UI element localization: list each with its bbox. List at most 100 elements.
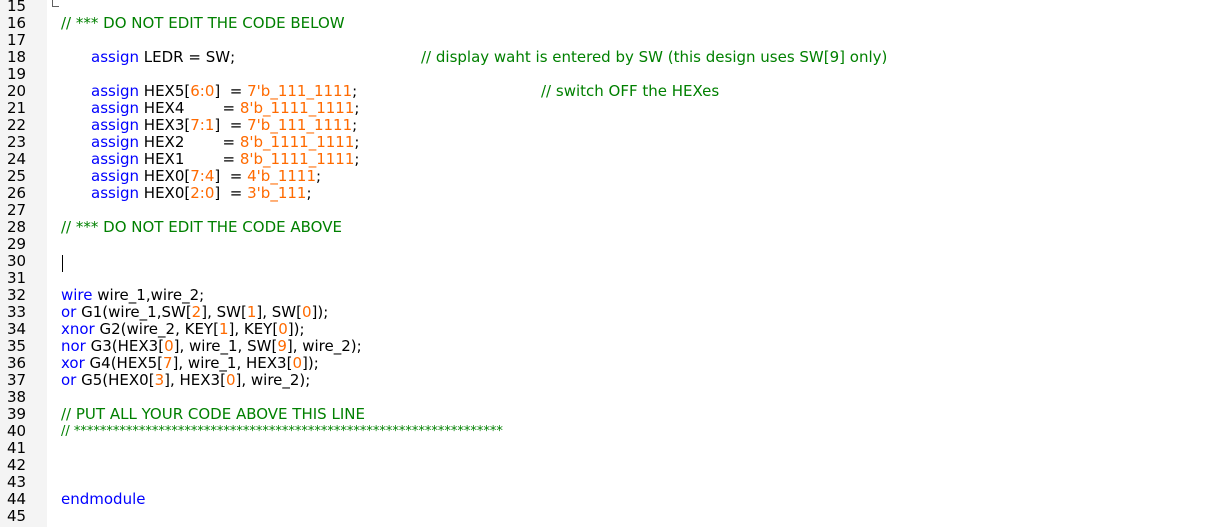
keyword: assign [91, 133, 140, 151]
keyword: assign [91, 184, 140, 202]
number: 0 [204, 184, 215, 202]
line-number: 40 [7, 422, 27, 440]
code-text: ; [316, 167, 322, 185]
code-text: ; [354, 150, 360, 168]
line-number: 20 [7, 82, 27, 100]
line-number: 21 [7, 99, 27, 117]
line-number: 26 [7, 184, 27, 202]
code-text: ], wire_2); [286, 337, 362, 355]
number: 6 [190, 82, 200, 100]
code-text: ]); [301, 354, 319, 372]
code-text: LEDR = SW; [139, 48, 236, 66]
line-number: 19 [7, 65, 27, 83]
number-literal: 4'b_1111 [247, 167, 316, 185]
keyword: assign [91, 150, 140, 168]
keyword: assign [91, 167, 140, 185]
code-text: ; [352, 82, 358, 100]
line-number: 17 [7, 31, 27, 49]
line-number: 38 [7, 388, 27, 406]
code-text: ] = [214, 116, 248, 134]
code-line-32[interactable]: wire wire_1,wire_2; [61, 287, 204, 304]
number: 7 [190, 116, 200, 134]
line-number: 23 [7, 133, 27, 151]
line-number: 36 [7, 354, 27, 372]
line-number: 44 [7, 490, 27, 508]
code-comment-20[interactable]: // switch OFF the HEXes [541, 83, 719, 100]
number: 0 [278, 320, 288, 338]
code-text: G5(HEX0[ [76, 371, 155, 389]
number: 0 [225, 371, 236, 389]
code-text: ] = [214, 184, 248, 202]
code-line-40[interactable]: // *************************************… [61, 423, 503, 440]
line-number: 41 [7, 439, 27, 457]
code-comment-18[interactable]: // display waht is entered by SW (this d… [421, 49, 887, 66]
number: 7 [190, 167, 200, 185]
code-line-16[interactable]: // *** DO NOT EDIT THE CODE BELOW [61, 15, 345, 32]
code-text: HEX5[ [139, 82, 191, 100]
number: 0 [301, 303, 312, 321]
line-number: 34 [7, 320, 27, 338]
code-text: G1(wire_1,SW[ [76, 303, 192, 321]
keyword: nor [61, 337, 86, 355]
code-line-26[interactable]: assign HEX0[2:0] = 3'b_111; [91, 185, 312, 202]
line-number: 42 [7, 456, 27, 474]
code-editor[interactable]: 15 16 17 18 19 20 21 22 23 24 25 26 27 28 29 30 31 32 33 34… [0, 0, 1212, 527]
keyword: or [61, 303, 77, 321]
code-text: ], SW[ [256, 303, 302, 321]
number: 0 [164, 337, 174, 355]
code-line-34[interactable]: xnor G2(wire_2, KEY[1], KEY[0]); [61, 321, 305, 338]
code-line-20[interactable]: assign HEX5[6:0] = 7'b_111_1111; [91, 83, 357, 100]
code-text: HEX1 = [139, 150, 240, 168]
code-line-24[interactable]: assign HEX1 = 8'b_1111_1111; [91, 151, 359, 168]
number: 7 [162, 354, 173, 372]
line-number: 35 [7, 337, 27, 355]
code-line-36[interactable]: xor G4(HEX5[7], wire_1, HEX3[0]); [61, 355, 319, 372]
line-number: 31 [7, 269, 27, 287]
line-number: 45 [7, 507, 27, 525]
number: 0 [204, 82, 215, 100]
line-number: 39 [7, 405, 27, 423]
number-literal: 7'b_111_1111 [247, 116, 353, 134]
text-cursor [62, 255, 63, 272]
code-text: ]); [287, 320, 305, 338]
code-line-18[interactable]: assign LEDR = SW; [91, 49, 235, 66]
code-line-35[interactable]: nor G3(HEX3[0], wire_1, SW[9], wire_2); [61, 338, 362, 355]
line-number: 30 [7, 252, 27, 270]
keyword: or [61, 371, 77, 389]
fold-margin [47, 0, 57, 527]
code-line-39[interactable]: // PUT ALL YOUR CODE ABOVE THIS LINE [61, 406, 365, 423]
line-number: 32 [7, 286, 27, 304]
code-text: ] = [214, 167, 248, 185]
line-number: 24 [7, 150, 27, 168]
code-text: ; [306, 184, 312, 202]
number: 1 [204, 116, 215, 134]
code-line-25[interactable]: assign HEX0[7:4] = 4'b_1111; [91, 168, 321, 185]
keyword: assign [91, 82, 140, 100]
number: 9 [277, 337, 287, 355]
code-line-22[interactable]: assign HEX3[7:1] = 7'b_111_1111; [91, 117, 357, 134]
number-literal: 8'b_1111_1111 [239, 150, 355, 168]
number: 2 [190, 184, 200, 202]
line-number: 18 [7, 48, 27, 66]
number-literal: 7'b_111_1111 [247, 82, 353, 100]
number: 1 [246, 303, 257, 321]
code-line-33[interactable]: or G1(wire_1,SW[2], SW[1], SW[0]); [61, 304, 328, 321]
line-number: 22 [7, 116, 27, 134]
code-line-44[interactable]: endmodule [61, 491, 145, 508]
code-text: ], HEX3[ [164, 371, 226, 389]
fold-end-marker[interactable] [52, 0, 59, 7]
code-line-23[interactable]: assign HEX2 = 8'b_1111_1111; [91, 134, 359, 151]
code-line-28[interactable]: // *** DO NOT EDIT THE CODE ABOVE [61, 219, 342, 236]
number: 3 [154, 371, 165, 389]
keyword: assign [91, 48, 140, 66]
code-line-37[interactable]: or G5(HEX0[3], HEX3[0], wire_2); [61, 372, 310, 389]
keyword: xor [61, 354, 85, 372]
line-number: 28 [7, 218, 27, 236]
number: 0 [292, 354, 302, 372]
code-text: HEX3[ [139, 116, 191, 134]
line-number: 15 [7, 0, 27, 15]
code-text: ; [354, 99, 360, 117]
code-line-21[interactable]: assign HEX4 = 8'b_1111_1111; [91, 100, 359, 117]
line-number: 43 [7, 473, 27, 491]
line-number: 27 [7, 201, 27, 219]
